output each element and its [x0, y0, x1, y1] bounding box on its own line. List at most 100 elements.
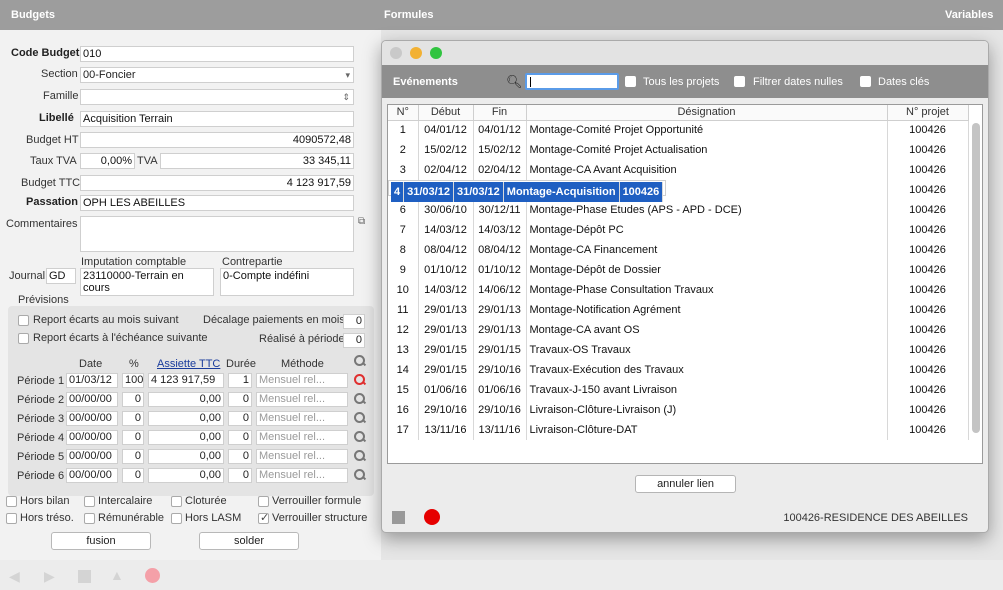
remunerable-checkbox[interactable]	[84, 513, 95, 524]
table-row[interactable]: 7 14/03/12 14/03/12 Montage-Dépôt PC 100426	[388, 220, 969, 240]
record-red-icon[interactable]	[424, 509, 440, 525]
tous-projets-checkbox[interactable]	[625, 76, 636, 87]
zoom-dot-icon[interactable]	[430, 47, 442, 59]
period-assiette[interactable]: 0,00	[148, 449, 224, 464]
period-assiette[interactable]: 0,00	[148, 468, 224, 483]
col-fin[interactable]: Fin	[473, 105, 527, 121]
period-methode[interactable]: Mensuel rel...	[256, 373, 348, 388]
period-duree[interactable]: 0	[228, 411, 252, 426]
period-methode[interactable]: Mensuel rel...	[256, 449, 348, 464]
previous-icon[interactable]: ◀	[9, 568, 20, 585]
search-icon[interactable]	[354, 469, 366, 481]
expand-icon[interactable]: ⧉	[358, 216, 365, 227]
period-pct[interactable]: 0	[122, 449, 144, 464]
cloturee-checkbox[interactable]	[171, 496, 182, 507]
tab-variables[interactable]: Variables	[945, 9, 993, 21]
period-methode[interactable]: Mensuel rel...	[256, 468, 348, 483]
search-icon-active[interactable]	[354, 374, 366, 386]
close-dot-icon[interactable]	[390, 47, 402, 59]
code-budget-field[interactable]: 010	[80, 46, 354, 62]
intercalaire-checkbox[interactable]	[84, 496, 95, 507]
table-row[interactable]: 9 01/10/12 01/10/12 Montage-Dépôt de Dossie…	[388, 260, 969, 280]
contrepartie-field[interactable]: 0-Compte indéfini	[220, 268, 354, 296]
solder-button[interactable]: solder	[199, 532, 299, 550]
verr-structure-checkbox[interactable]	[258, 511, 269, 524]
period-date[interactable]: 00/00/00	[66, 449, 118, 464]
period-assiette[interactable]: 0,00	[148, 392, 224, 407]
period-duree[interactable]: 0	[228, 392, 252, 407]
table-row[interactable]: 13 29/01/15 29/01/15 Travaux-OS Travaux 1004…	[388, 340, 969, 360]
realise-field[interactable]: 0	[343, 333, 365, 348]
search-icon[interactable]	[354, 355, 366, 367]
hors-lasm-checkbox[interactable]	[171, 513, 182, 524]
col-num[interactable]: N°	[388, 105, 419, 121]
period-methode[interactable]: Mensuel rel...	[256, 430, 348, 445]
period-assiette[interactable]: 4 123 917,59	[148, 373, 224, 388]
table-row[interactable]: 11 29/01/13 29/01/13 Montage-Notification A…	[388, 300, 969, 320]
record-icon[interactable]	[145, 568, 160, 583]
hors-bilan-checkbox[interactable]	[6, 496, 17, 507]
period-duree[interactable]: 1	[228, 373, 252, 388]
col-projet[interactable]: N° projet	[887, 105, 969, 121]
up-icon[interactable]: ▲	[110, 567, 124, 583]
section-select[interactable]: 00-Foncier ▾	[80, 67, 354, 83]
tab-budgets[interactable]: Budgets	[11, 9, 55, 21]
period-assiette[interactable]: 0,00	[148, 430, 224, 445]
search-icon[interactable]	[354, 412, 366, 424]
budget-ttc-field[interactable]: 4 123 917,59	[80, 175, 354, 191]
table-row[interactable]: 16 29/10/16 29/10/16 Livraison-Clôture-Livr…	[388, 400, 969, 420]
tva-field[interactable]: 33 345,11	[160, 153, 354, 169]
period-date[interactable]: 00/00/00	[66, 430, 118, 445]
table-row[interactable]: 1 04/01/12 04/01/12 Montage-Comité Projet O…	[388, 120, 969, 140]
tab-formules[interactable]: Formules	[384, 9, 434, 21]
table-row[interactable]: 15 01/06/16 01/06/16 Travaux-J-150 avant Li…	[388, 380, 969, 400]
commentaires-field[interactable]	[80, 216, 354, 252]
table-row[interactable]: 2 15/02/12 15/02/12 Montage-Comité Projet A…	[388, 140, 969, 160]
table-row[interactable]: 10 14/03/12 14/06/12 Montage-Phase Consulta…	[388, 280, 969, 300]
stop-icon[interactable]	[78, 570, 91, 583]
period-date[interactable]: 00/00/00	[66, 468, 118, 483]
table-row[interactable]: 8 08/04/12 08/04/12 Montage-CA Financement 1…	[388, 240, 969, 260]
budget-ht-field[interactable]: 4090572,48	[80, 132, 354, 148]
passation-field[interactable]: OPH LES ABEILLES	[80, 195, 354, 211]
next-icon[interactable]: ▶	[44, 568, 55, 585]
table-row[interactable]: 3 02/04/12 02/04/12 Montage-CA Avant Acquis…	[388, 160, 969, 180]
vertical-scrollbar[interactable]	[972, 123, 980, 433]
col-assiette[interactable]: Assiette TTC	[157, 358, 220, 370]
report-mois-checkbox[interactable]	[18, 315, 29, 326]
report-echeance-checkbox[interactable]	[18, 333, 29, 344]
table-row[interactable]: 12 29/01/13 29/01/13 Montage-CA avant OS 100…	[388, 320, 969, 340]
period-date[interactable]: 01/03/12	[66, 373, 118, 388]
table-row[interactable]: 4 31/03/12 31/03/12 Montage-Acquisition 1004…	[388, 180, 667, 202]
table-row[interactable]: 17 13/11/16 13/11/16 Livraison-Clôture-DAT 1…	[388, 420, 969, 440]
period-duree[interactable]: 0	[228, 449, 252, 464]
fusion-button[interactable]: fusion	[51, 532, 151, 550]
period-date[interactable]: 00/00/00	[66, 411, 118, 426]
period-pct[interactable]: 0	[122, 468, 144, 483]
stop-square-icon[interactable]	[392, 511, 405, 524]
period-methode[interactable]: Mensuel rel...	[256, 392, 348, 407]
period-assiette[interactable]: 0,00	[148, 411, 224, 426]
minimize-dot-icon[interactable]	[410, 47, 422, 59]
period-duree[interactable]: 0	[228, 468, 252, 483]
search-icon[interactable]	[354, 450, 366, 462]
verr-formule-checkbox[interactable]	[258, 496, 269, 507]
libelle-field[interactable]: Acquisition Terrain	[80, 111, 354, 127]
search-icon[interactable]	[354, 393, 366, 405]
period-pct[interactable]: 0	[122, 392, 144, 407]
hors-treso-checkbox[interactable]	[6, 513, 17, 524]
search-icon[interactable]	[354, 431, 366, 443]
period-pct[interactable]: 100	[122, 373, 144, 388]
table-row[interactable]: 6 30/06/10 30/12/11 Montage-Phase Etudes (A…	[388, 200, 969, 220]
period-date[interactable]: 00/00/00	[66, 392, 118, 407]
filtrer-dates-checkbox[interactable]	[734, 76, 745, 87]
annuler-lien-button[interactable]: annuler lien	[635, 475, 736, 493]
taux-tva-field[interactable]: 0,00%	[80, 153, 135, 169]
period-pct[interactable]: 0	[122, 430, 144, 445]
journal-field[interactable]: GD	[46, 268, 76, 284]
period-methode[interactable]: Mensuel rel...	[256, 411, 348, 426]
col-debut[interactable]: Début	[418, 105, 474, 121]
period-pct[interactable]: 0	[122, 411, 144, 426]
search-input[interactable]	[525, 73, 619, 90]
table-row[interactable]: 14 29/01/15 29/10/16 Travaux-Exécution des …	[388, 360, 969, 380]
